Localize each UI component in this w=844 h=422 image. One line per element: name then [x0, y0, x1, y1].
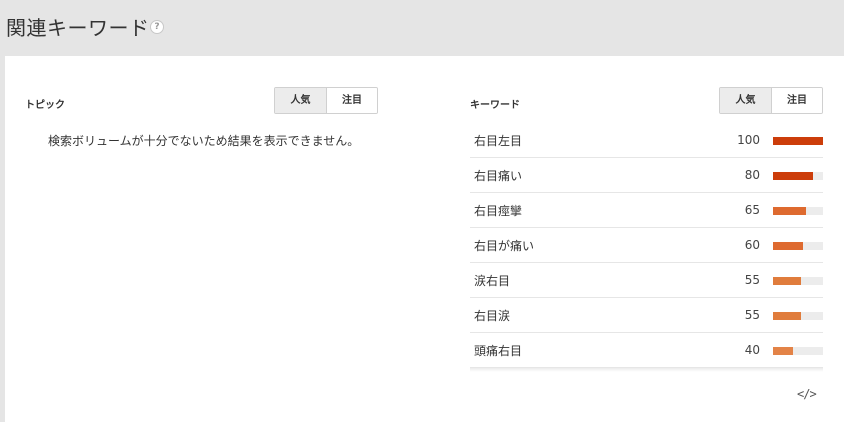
page-title: 関連キーワード [6, 16, 150, 40]
keyword-bar-fill [773, 242, 803, 250]
embed-code-icon[interactable]: </> [797, 387, 817, 401]
keyword-bar-track [773, 242, 823, 250]
help-icon[interactable]: ? [150, 20, 164, 34]
keyword-term[interactable]: 右目が痛い [474, 237, 534, 254]
keyword-bar-track [773, 347, 823, 355]
keywords-popular-button[interactable]: 人気 [720, 88, 771, 113]
keyword-bar-fill [773, 137, 823, 145]
keyword-term[interactable]: 右目涙 [474, 307, 510, 324]
keyword-term[interactable]: 涙右目 [474, 272, 510, 289]
keyword-bar-fill [773, 207, 806, 215]
header: 関連キーワード ? [0, 0, 844, 56]
topics-popular-button[interactable]: 人気 [275, 88, 326, 113]
list-divider [470, 368, 823, 372]
keywords-label: キーワード [470, 100, 520, 111]
keyword-bar-track [773, 312, 823, 320]
keyword-bar-fill [773, 347, 793, 355]
keyword-value: 55 [744, 308, 760, 322]
keyword-bar-track [773, 207, 823, 215]
keyword-value: 60 [744, 238, 760, 252]
keyword-bar-track [773, 172, 823, 180]
keywords-rising-button[interactable]: 注目 [771, 88, 822, 113]
keyword-list: 右目左目 100 右目痛い 80 右目痙攣 65 右目が痛い 60 涙右目 55 右目涙 55 頭痛右目… [470, 123, 823, 368]
keyword-bar-track [773, 137, 823, 145]
related-card: トピック 人気 注目 検索ボリュームが十分でないため結果を表示できません。 キー… [5, 56, 844, 422]
keyword-row[interactable]: 右目左目 100 [470, 123, 823, 158]
keyword-value: 40 [744, 343, 760, 357]
keyword-term[interactable]: 右目左目 [474, 132, 522, 149]
keywords-toggle: 人気 注目 [719, 87, 823, 114]
topics-rising-button[interactable]: 注目 [326, 88, 377, 113]
keyword-bar-fill [773, 277, 801, 285]
keyword-value: 65 [744, 203, 760, 217]
topics-toggle: 人気 注目 [274, 87, 378, 114]
keyword-term[interactable]: 右目痙攣 [474, 202, 522, 219]
keyword-value: 80 [744, 168, 760, 182]
keyword-value: 100 [737, 133, 760, 147]
keyword-row[interactable]: 右目痙攣 65 [470, 193, 823, 228]
topics-label: トピック [25, 100, 65, 111]
topics-empty-message: 検索ボリュームが十分でないため結果を表示できません。 [48, 134, 360, 148]
keyword-row[interactable]: 頭痛右目 40 [470, 333, 823, 368]
keyword-bar-fill [773, 172, 813, 180]
keyword-row[interactable]: 右目が痛い 60 [470, 228, 823, 263]
keyword-value: 55 [744, 273, 760, 287]
keyword-term[interactable]: 右目痛い [474, 167, 522, 184]
keyword-row[interactable]: 右目涙 55 [470, 298, 823, 333]
keyword-bar-fill [773, 312, 801, 320]
keyword-row[interactable]: 右目痛い 80 [470, 158, 823, 193]
keyword-row[interactable]: 涙右目 55 [470, 263, 823, 298]
keyword-term[interactable]: 頭痛右目 [474, 342, 522, 359]
keyword-bar-track [773, 277, 823, 285]
